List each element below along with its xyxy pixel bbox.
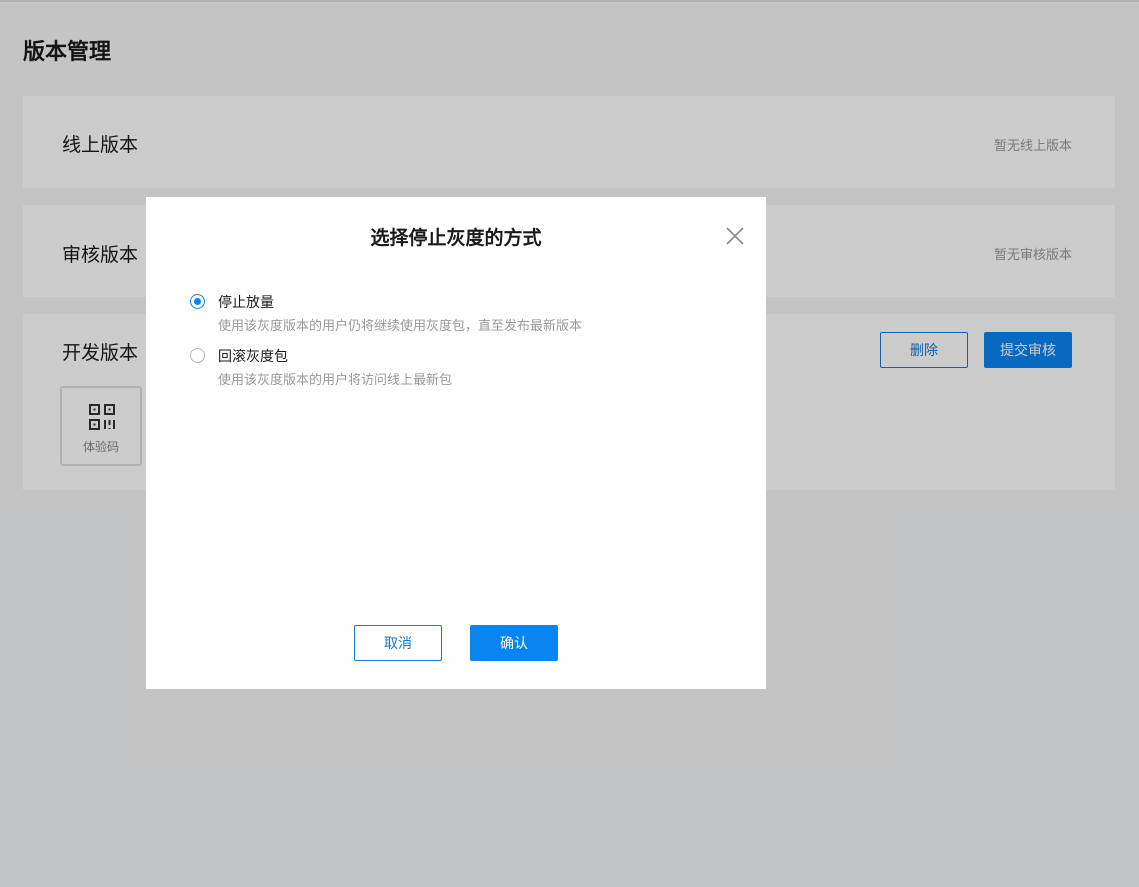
confirm-button[interactable]: 确认 xyxy=(470,625,558,661)
radio-rollback[interactable] xyxy=(190,348,205,363)
option-rollback-label: 回滚灰度包 xyxy=(218,349,288,365)
option-rollback-description: 使用该灰度版本的用户将访问线上最新包 xyxy=(218,373,453,388)
cancel-button[interactable]: 取消 xyxy=(354,625,442,661)
close-icon[interactable] xyxy=(724,225,746,247)
option-stop-rollout-label: 停止放量 xyxy=(218,295,274,311)
stop-gray-release-dialog: 选择停止灰度的方式 停止放量 使用该灰度版本的用户仍将继续使用灰度包，直至发布最… xyxy=(146,197,766,689)
option-stop-rollout-description: 使用该灰度版本的用户仍将继续使用灰度包，直至发布最新版本 xyxy=(218,319,583,334)
radio-stop-rollout[interactable] xyxy=(190,294,205,309)
dialog-title: 选择停止灰度的方式 xyxy=(370,227,542,249)
